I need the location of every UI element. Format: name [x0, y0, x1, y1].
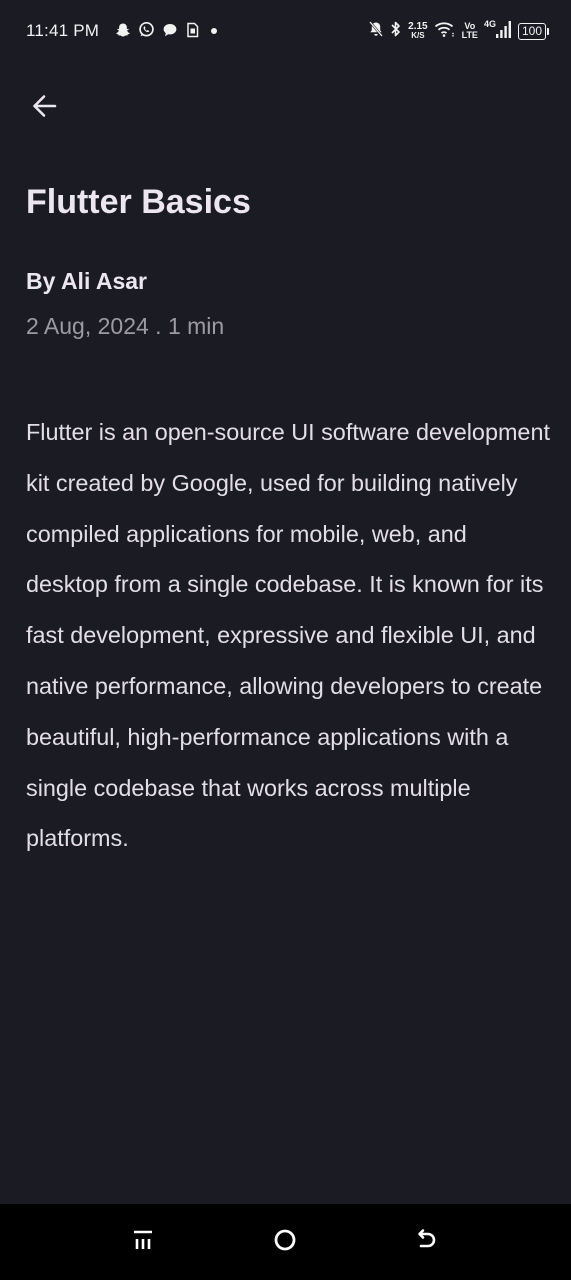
article-meta: 2 Aug, 2024 . 1 min — [26, 313, 225, 339]
battery-level: 100 — [517, 22, 546, 40]
snapchat-icon — [115, 22, 131, 43]
article-title: Flutter Basics — [26, 183, 251, 221]
message-icon — [162, 22, 178, 43]
bluetooth-icon — [390, 20, 402, 43]
battery-icon: 100 — [517, 22, 549, 40]
home-icon — [273, 1228, 297, 1257]
mute-bell-icon — [368, 20, 384, 43]
signal-icon — [495, 20, 512, 43]
whatsapp-icon — [138, 21, 155, 43]
home-button[interactable] — [265, 1222, 305, 1262]
back-button[interactable] — [22, 86, 66, 130]
network-speed-unit: K/S — [411, 31, 425, 40]
sim-icon — [185, 22, 200, 43]
network-speed-value: 2.15 — [408, 21, 428, 32]
battery-tip — [547, 27, 549, 35]
status-time: 11:41 PM — [26, 21, 100, 40]
article-body: Flutter is an open-source UI software de… — [26, 419, 550, 852]
status-bar: 11:41 PM 2.15 K/S Vo LTE 4G 100 — [0, 0, 571, 64]
recent-apps-button[interactable] — [123, 1222, 163, 1262]
dot-icon — [207, 22, 221, 43]
volte-bottom: LTE — [461, 30, 478, 40]
volte-indicator: Vo LTE — [462, 22, 478, 40]
system-back-button[interactable] — [407, 1222, 447, 1262]
wifi-icon — [434, 20, 456, 43]
navigation-bar — [0, 1204, 571, 1280]
network-type: 4G — [483, 18, 496, 29]
arrow-left-icon — [31, 93, 57, 124]
cellular-signal: 4G — [483, 18, 512, 43]
article-author: By Ali Asar — [26, 268, 148, 294]
system-icons: 2.15 K/S Vo LTE 4G 100 — [368, 19, 549, 43]
network-speed: 2.15 K/S — [408, 21, 428, 41]
notification-icons — [115, 21, 221, 43]
back-icon — [415, 1228, 439, 1257]
recent-apps-icon — [132, 1229, 154, 1256]
